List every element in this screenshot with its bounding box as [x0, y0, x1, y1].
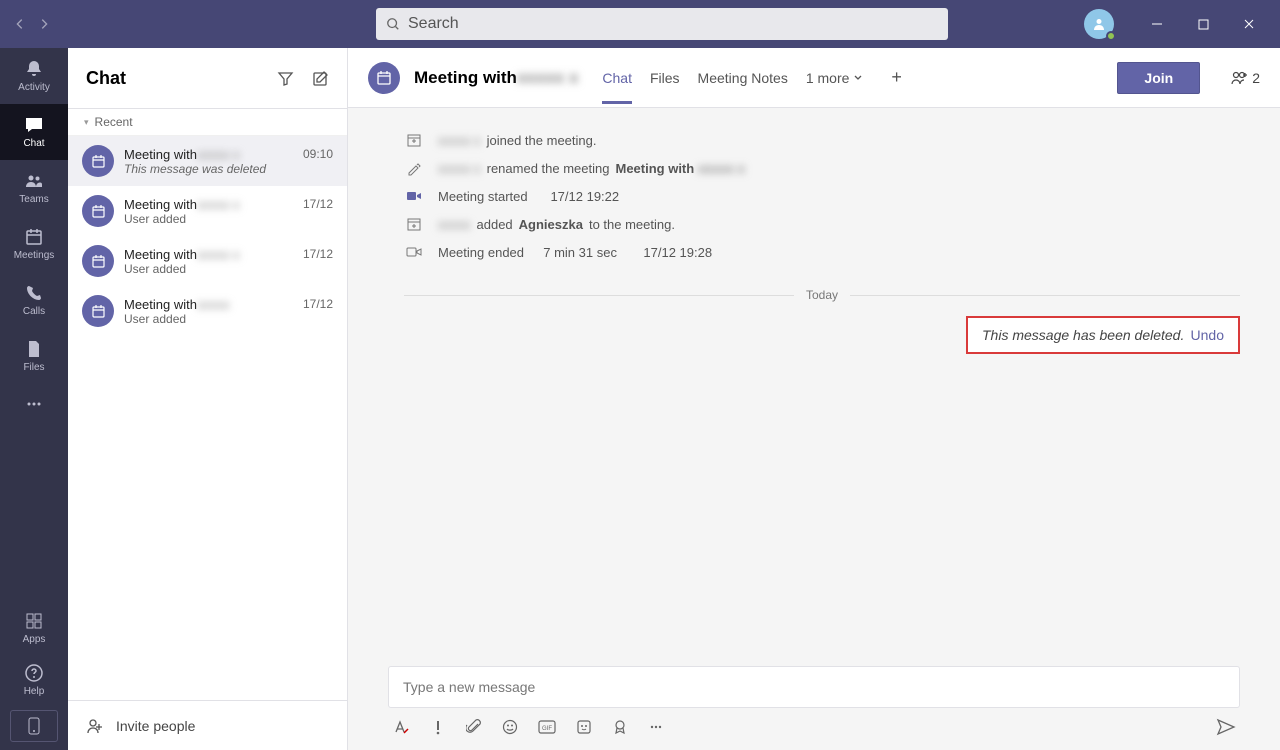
rail-more[interactable] — [0, 384, 68, 424]
recent-label: Recent — [95, 115, 133, 129]
more-icon[interactable] — [648, 719, 664, 735]
presence-badge — [1106, 31, 1116, 41]
rail-chat[interactable]: Chat — [0, 104, 68, 160]
join-button[interactable]: Join — [1117, 62, 1200, 94]
calendar-icon — [82, 295, 114, 327]
deleted-message: This message has been deleted. Undo — [966, 316, 1240, 354]
meeting-avatar — [368, 62, 400, 94]
praise-icon[interactable] — [612, 719, 628, 735]
user-avatar[interactable] — [1084, 9, 1114, 39]
deleted-text: This message has been deleted. — [982, 327, 1184, 343]
message-input[interactable]: Type a new message — [388, 666, 1240, 708]
compose-icon[interactable] — [312, 70, 329, 87]
send-button[interactable] — [1216, 718, 1236, 736]
rail-apps[interactable]: Apps — [0, 602, 68, 654]
rail-apps-label: Apps — [23, 634, 46, 645]
calendar-icon — [82, 245, 114, 277]
calendar-icon — [82, 145, 114, 177]
format-icon[interactable] — [392, 718, 410, 736]
chat-list-pane: Chat ▾ Recent Meeting with xxxxx x09:10 … — [68, 48, 348, 750]
event-started: Meeting started 17/12 19:22 — [404, 182, 1240, 210]
calendar-join-icon — [404, 132, 424, 148]
back-button[interactable] — [8, 0, 32, 48]
chat-list-item[interactable]: Meeting with xxxxx17/12 User added — [68, 286, 347, 336]
rail-calls-label: Calls — [23, 306, 45, 317]
rail-calls[interactable]: Calls — [0, 272, 68, 328]
search-icon — [386, 17, 400, 31]
rail-files[interactable]: Files — [0, 328, 68, 384]
maximize-button[interactable] — [1180, 0, 1226, 48]
participants-button[interactable]: 2 — [1230, 70, 1260, 86]
rail-activity-label: Activity — [18, 82, 50, 93]
priority-icon[interactable] — [430, 719, 446, 735]
rail-chat-label: Chat — [23, 138, 44, 149]
app-rail: Activity Chat Teams Meetings Calls Files — [0, 48, 68, 750]
emoji-icon[interactable] — [502, 719, 518, 735]
rail-meetings-label: Meetings — [14, 250, 55, 261]
rail-meetings[interactable]: Meetings — [0, 216, 68, 272]
tab-meeting-notes[interactable]: Meeting Notes — [698, 52, 788, 104]
titlebar: Search — [0, 0, 1280, 48]
rail-mobile[interactable] — [10, 710, 58, 742]
event-ended: Meeting ended 7 min 31 sec 17/12 19:28 — [404, 238, 1240, 266]
rail-help-label: Help — [24, 686, 45, 697]
rail-files-label: Files — [23, 362, 44, 373]
forward-button[interactable] — [32, 0, 56, 48]
tab-files[interactable]: Files — [650, 52, 680, 104]
chat-list-item[interactable]: Meeting with xxxxx x17/12 User added — [68, 236, 347, 286]
add-tab-button[interactable]: + — [891, 67, 902, 88]
undo-link[interactable]: Undo — [1191, 327, 1224, 343]
video-off-icon — [404, 244, 424, 260]
tab-chat[interactable]: Chat — [602, 52, 632, 104]
chevron-down-icon: ▾ — [84, 117, 89, 128]
pencil-icon — [404, 160, 424, 176]
event-renamed: xxxxx x renamed the meeting Meeting with… — [404, 154, 1240, 182]
search-placeholder: Search — [408, 15, 459, 33]
attach-icon[interactable] — [466, 719, 482, 735]
rail-teams[interactable]: Teams — [0, 160, 68, 216]
message-placeholder: Type a new message — [403, 679, 535, 695]
sticker-icon[interactable] — [576, 719, 592, 735]
conversation-title: Meeting with xxxxx x — [414, 68, 578, 88]
minimize-button[interactable] — [1134, 0, 1180, 48]
close-button[interactable] — [1226, 0, 1272, 48]
chat-list-item[interactable]: Meeting with xxxxx x09:10 This message w… — [68, 136, 347, 186]
chat-list-item[interactable]: Meeting with xxxxx x17/12 User added — [68, 186, 347, 236]
recent-section[interactable]: ▾ Recent — [68, 108, 347, 136]
chat-list-title: Chat — [86, 68, 126, 89]
event-added: xxxxx added Agnieszka to the meeting. — [404, 210, 1240, 238]
svg-text:GIF: GIF — [542, 726, 552, 732]
calendar-icon — [82, 195, 114, 227]
conversation-pane: Meeting with xxxxx x Chat Files Meeting … — [348, 48, 1280, 750]
video-icon — [404, 188, 424, 204]
participants-count: 2 — [1252, 70, 1260, 86]
invite-people[interactable]: Invite people — [68, 700, 347, 750]
gif-icon[interactable]: GIF — [538, 719, 556, 735]
rail-help[interactable]: Help — [0, 654, 68, 706]
conversation-header: Meeting with xxxxx x Chat Files Meeting … — [348, 48, 1280, 108]
search-input[interactable]: Search — [376, 8, 948, 40]
calendar-add-icon — [404, 216, 424, 232]
event-joined: xxxxx x joined the meeting. — [404, 126, 1240, 154]
date-divider: Today — [404, 288, 1240, 302]
rail-teams-label: Teams — [19, 194, 48, 205]
rail-activity[interactable]: Activity — [0, 48, 68, 104]
tab-more[interactable]: 1 more — [806, 52, 864, 104]
filter-icon[interactable] — [277, 70, 294, 87]
invite-label: Invite people — [116, 718, 195, 734]
